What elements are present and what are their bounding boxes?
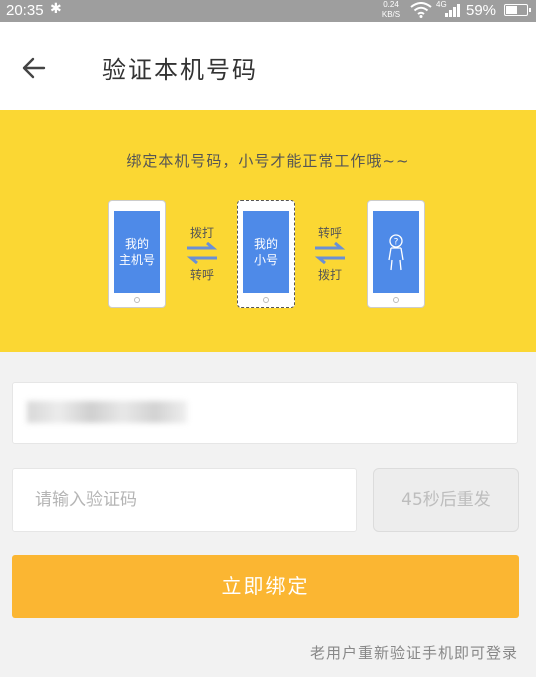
arrow-group-2: 转呼 拨打 — [310, 224, 350, 282]
person-question-icon: ? — [388, 234, 404, 271]
status-time: 20:35 — [6, 2, 44, 19]
phone-small-screen: 我的 小号 — [243, 211, 289, 293]
banner-text: 绑定本机号码，小号才能正常工作哦~~ — [126, 152, 410, 170]
battery-icon — [504, 4, 531, 16]
arrow-1-top-label: 拨打 — [189, 226, 214, 240]
bluetooth-icon: ✱ — [50, 1, 62, 17]
resend-code-button[interactable]: 45秒后重发 — [373, 468, 519, 532]
phone-small-label-1: 我的 — [253, 237, 278, 251]
home-button — [134, 297, 140, 303]
phone-small: 我的 小号 — [237, 200, 295, 308]
redacted-mask — [27, 401, 187, 423]
phone-other-screen: ? — [373, 211, 419, 293]
network-speed-value: 0.24 — [383, 0, 399, 9]
network-speed: 0.24 KB/S — [376, 0, 406, 20]
wifi-icon — [410, 2, 432, 22]
page-title: 验证本机号码 — [102, 56, 258, 84]
svg-text:?: ? — [394, 238, 399, 248]
phone-main-label-1: 我的 — [124, 237, 149, 251]
arrow-1-bottom-label: 转呼 — [189, 268, 214, 282]
phone-other: ? — [367, 200, 425, 308]
swap-arrows-icon — [314, 242, 346, 264]
arrow-left-icon — [22, 57, 46, 79]
info-banner: 绑定本机号码，小号才能正常工作哦~~ 我的 主机号 拨打 转呼 我的 小号 转呼 — [0, 110, 536, 352]
swap-arrows-icon — [186, 242, 218, 264]
arrow-2-top-label: 转呼 — [317, 226, 342, 240]
verification-code-input[interactable] — [12, 468, 357, 532]
header: 验证本机号码 — [0, 22, 536, 110]
battery-percent: 59% — [466, 2, 497, 19]
network-speed-unit: KB/S — [381, 10, 401, 19]
home-button — [393, 297, 399, 303]
status-bar: 20:35 ✱ 0.24 KB/S 4G 59% — [0, 0, 536, 22]
arrow-group-1: 拨打 转呼 — [182, 224, 222, 282]
battery-fill — [506, 6, 517, 14]
phone-main-label-2: 主机号 — [118, 253, 155, 267]
old-user-login-link[interactable]: 老用户重新验证手机即可登录 — [310, 642, 518, 663]
arrow-2-bottom-label: 拨打 — [317, 268, 342, 282]
phone-number-field[interactable] — [12, 382, 518, 444]
home-button — [263, 297, 269, 303]
back-button[interactable] — [16, 50, 52, 86]
phone-main: 我的 主机号 — [108, 200, 166, 308]
bind-now-button[interactable]: 立即绑定 — [12, 555, 519, 618]
signal-icon — [444, 2, 462, 22]
phone-main-screen: 我的 主机号 — [114, 211, 160, 293]
phone-small-label-2: 小号 — [253, 253, 278, 267]
